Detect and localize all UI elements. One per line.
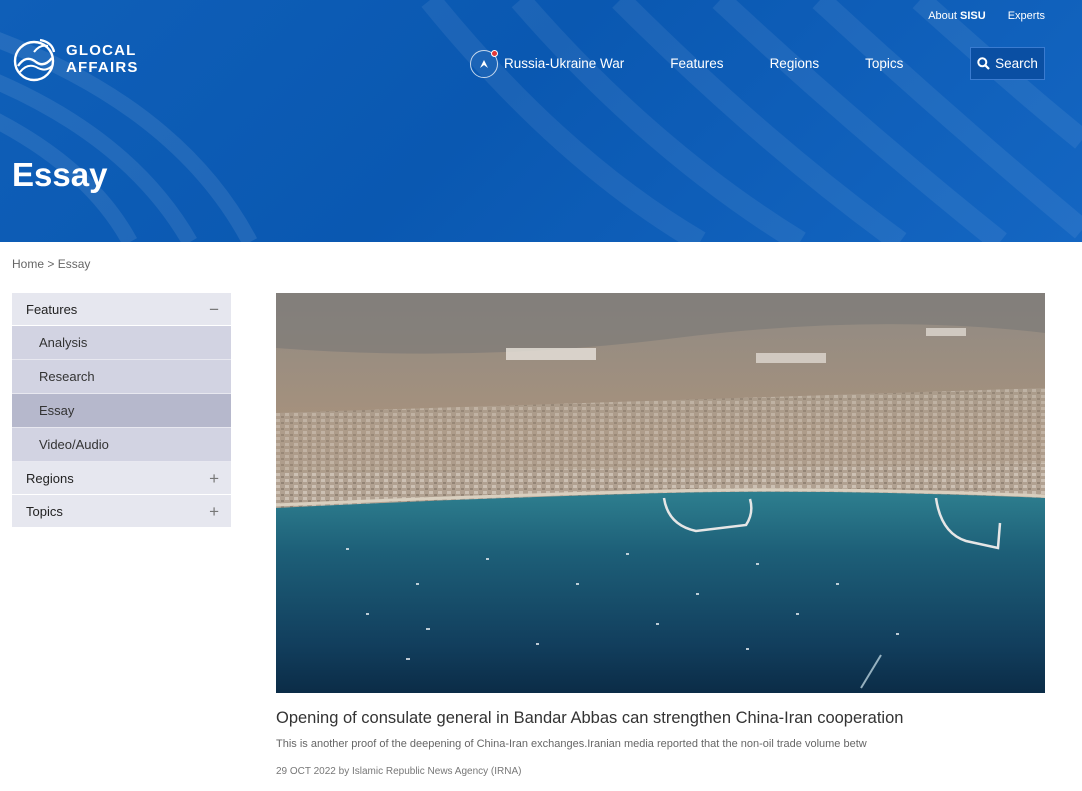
sidebar-item-research[interactable]: Research xyxy=(12,360,231,394)
collapse-icon[interactable]: − xyxy=(209,301,219,318)
search-button[interactable]: Search xyxy=(970,47,1045,80)
breadcrumb-home[interactable]: Home xyxy=(12,257,44,271)
sidebar-item-features[interactable]: Features − xyxy=(12,293,231,326)
breadcrumb: Home > Essay xyxy=(12,257,90,271)
sidebar-item-regions[interactable]: Regions + xyxy=(12,462,231,495)
about-prefix: About xyxy=(928,10,957,22)
nav-russia-ukraine-war-label: Russia-Ukraine War xyxy=(504,56,625,71)
sidebar-topics-label: Topics xyxy=(26,503,63,519)
search-button-label: Search xyxy=(995,56,1038,71)
nav-russia-ukraine-war[interactable]: Russia-Ukraine War xyxy=(470,49,625,78)
article-summary: This is another proof of the deepening o… xyxy=(276,738,867,750)
sidebar-item-essay[interactable]: Essay xyxy=(12,394,231,428)
expand-icon[interactable]: + xyxy=(209,503,219,520)
sidebar: Features − Analysis Research Essay Video… xyxy=(12,293,231,528)
article-hero-image[interactable] xyxy=(276,293,1045,693)
search-icon xyxy=(977,57,990,70)
top-links: About SISU Experts xyxy=(928,10,1045,22)
logo-line-2: AFFAIRS xyxy=(66,59,139,76)
experts-link[interactable]: Experts xyxy=(1008,10,1045,22)
sidebar-regions-label: Regions xyxy=(26,470,74,486)
sidebar-item-video-audio[interactable]: Video/Audio xyxy=(12,428,231,462)
header-decoration xyxy=(0,0,1082,242)
globe-wave-logo-icon xyxy=(13,38,56,82)
article-title-link[interactable]: Opening of consulate general in Bandar A… xyxy=(276,709,903,728)
logo-line-1: GLOCAL xyxy=(66,42,137,59)
sidebar-features-label: Features xyxy=(26,301,78,317)
about-sisu-link[interactable]: About SISU xyxy=(928,10,986,22)
site-header: About SISU Experts GLOCAL AFFAIRS Russia… xyxy=(0,0,1082,242)
logo-text: GLOCAL AFFAIRS xyxy=(66,42,139,76)
site-logo[interactable]: GLOCAL AFFAIRS xyxy=(12,36,139,82)
article-meta: 29 OCT 2022 by Islamic Republic News Age… xyxy=(276,766,522,777)
breadcrumb-separator: > xyxy=(47,257,55,271)
nav-regions[interactable]: Regions xyxy=(770,56,820,71)
sidebar-item-topics[interactable]: Topics + xyxy=(12,495,231,528)
breadcrumb-current: Essay xyxy=(57,257,91,271)
alert-dot-icon xyxy=(491,49,498,57)
ukraine-war-icon xyxy=(470,49,498,78)
nav-features[interactable]: Features xyxy=(670,56,723,71)
main-nav: Russia-Ukraine War Features Regions Topi… xyxy=(470,47,1045,80)
sidebar-item-analysis[interactable]: Analysis xyxy=(12,326,231,360)
nav-topics[interactable]: Topics xyxy=(865,56,903,71)
page-title: Essay xyxy=(12,156,108,193)
expand-icon[interactable]: + xyxy=(209,470,219,487)
about-strong: SISU xyxy=(960,10,986,22)
